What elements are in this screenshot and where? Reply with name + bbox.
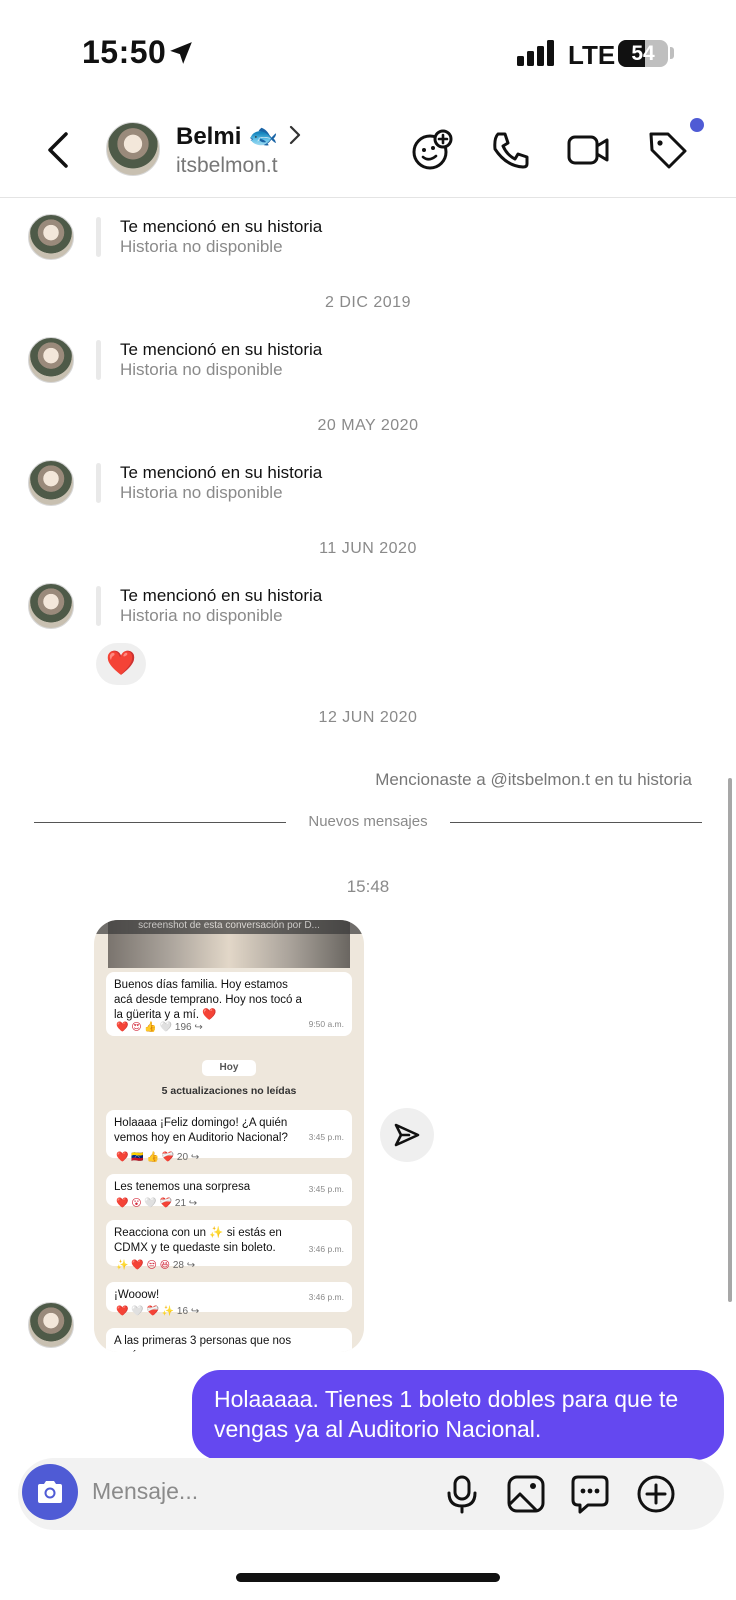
sticker-icon[interactable] xyxy=(570,1474,610,1514)
screenshot-message: A las primeras 3 personas que nos envíen xyxy=(106,1328,352,1352)
screenshot-reactions: ❤️ 😍 👍 🤍 196 ↪ xyxy=(116,1022,203,1033)
message-input[interactable]: Mensaje... xyxy=(92,1478,198,1505)
gallery-icon[interactable] xyxy=(506,1474,546,1514)
screenshot-message-time: 3:46 p.m. xyxy=(308,1244,344,1254)
contact-handle: itsbelmon.t xyxy=(176,154,278,177)
mention-title: Te mencionó en su historia xyxy=(120,217,323,236)
message-composer: Mensaje... xyxy=(18,1458,724,1530)
reaction-count: 28 xyxy=(172,1260,184,1271)
mention-title: Te mencionó en su historia xyxy=(120,340,323,359)
sender-avatar[interactable] xyxy=(28,214,74,260)
mention-title: Te mencionó en su historia xyxy=(120,463,323,482)
screenshot-reactions: ❤️ 🇻🇪 👍 ❤️‍🩹 20 ↪ xyxy=(116,1152,200,1163)
screenshot-message-time: 3:45 p.m. xyxy=(308,1132,344,1142)
camera-icon xyxy=(38,1481,62,1503)
shared-screenshot-image[interactable]: screenshot de esta conversación por D...… xyxy=(94,920,364,1352)
mention-subtitle: Historia no disponible xyxy=(120,237,283,256)
back-chevron-icon[interactable] xyxy=(42,130,76,170)
home-indicator[interactable] xyxy=(236,1573,500,1582)
reaction-emojis: ❤️ 😮 🤍 ❤️‍🩹 xyxy=(116,1198,173,1209)
screenshot-reactions: ✨ ❤️ 😒 😆 28 ↪ xyxy=(116,1260,196,1271)
reaction-emojis: ❤️ 🇻🇪 👍 ❤️‍🩹 xyxy=(116,1152,175,1163)
plus-icon[interactable] xyxy=(636,1474,676,1514)
reaction-emojis: ✨ ❤️ 😒 😆 xyxy=(116,1260,171,1271)
mention-subtitle: Historia no disponible xyxy=(120,606,283,625)
date-separator: 11 JUN 2020 xyxy=(319,540,417,557)
reaction-count: 16 xyxy=(176,1306,189,1317)
camera-button[interactable] xyxy=(22,1464,78,1520)
sender-avatar[interactable] xyxy=(28,460,74,506)
chevron-right-icon[interactable] xyxy=(288,125,302,145)
scrollbar[interactable] xyxy=(728,778,732,1302)
effects-icon[interactable] xyxy=(410,128,454,172)
screenshot-reactions: ❤️ 😮 🤍 ❤️‍🩹 21 ↪ xyxy=(116,1198,198,1209)
story-mention[interactable]: Te mencionó en su historia Historia no d… xyxy=(96,586,322,626)
screenshot-message-time: 9:50 a.m. xyxy=(308,1019,344,1029)
network-type: LTE xyxy=(568,40,616,70)
reaction-emojis: ❤️ 😍 👍 🤍 xyxy=(116,1022,173,1033)
screenshot-caption: screenshot de esta conversación por D... xyxy=(94,920,364,934)
date-separator: 20 MAY 2020 xyxy=(317,417,419,434)
send-arrow-icon xyxy=(394,1123,420,1147)
phone-icon[interactable] xyxy=(489,128,533,172)
today-pill: Hoy xyxy=(202,1060,256,1076)
mention-title: Te mencionó en su historia xyxy=(120,586,323,605)
mention-subtitle: Historia no disponible xyxy=(120,360,283,379)
screenshot-message-time: 3:46 p.m. xyxy=(308,1292,344,1302)
story-mention[interactable]: Te mencionó en su historia Historia no d… xyxy=(96,340,322,380)
screenshot-message: Holaaaa ¡Feliz domingo! ¿A quién vemos h… xyxy=(106,1110,352,1158)
reaction-count: 20 xyxy=(176,1152,189,1163)
battery-tip xyxy=(670,47,674,59)
reaction-count: 21 xyxy=(174,1198,187,1209)
tag-icon[interactable] xyxy=(646,128,690,172)
status-bar: 15:50 LTE 54 xyxy=(0,0,736,100)
sender-avatar[interactable] xyxy=(28,1302,74,1348)
sender-avatar[interactable] xyxy=(28,337,74,383)
time-separator: 15:48 xyxy=(346,877,390,896)
screenshot-message-time: 3:45 p.m. xyxy=(308,1184,344,1194)
microphone-icon[interactable] xyxy=(442,1474,482,1514)
story-mention[interactable]: Te mencionó en su historia Historia no d… xyxy=(96,217,322,257)
reaction-emojis: ❤️ 🤍 ❤️‍🩹 ✨ xyxy=(116,1306,175,1317)
date-separator: 12 JUN 2020 xyxy=(318,709,418,726)
video-icon[interactable] xyxy=(566,128,610,172)
status-time: 15:50 xyxy=(82,34,167,70)
notification-dot xyxy=(690,118,704,132)
heart-reaction[interactable]: ❤️ xyxy=(96,643,146,685)
signal-icon xyxy=(517,40,554,66)
screenshot-message-text: A las primeras 3 personas que nos envíen xyxy=(114,1335,292,1352)
date-separator: 2 DIC 2019 xyxy=(325,294,411,311)
reaction-count: 196 xyxy=(174,1022,192,1033)
outgoing-message[interactable]: Holaaaaa. Tienes 1 boleto dobles para qu… xyxy=(192,1370,724,1460)
screenshot-reactions: ❤️ 🤍 ❤️‍🩹 ✨ 16 ↪ xyxy=(116,1306,200,1317)
location-arrow-icon xyxy=(170,42,192,64)
contact-avatar[interactable] xyxy=(106,122,160,176)
divider xyxy=(450,822,702,823)
chat-header: Belmi 🐟 itsbelmon.t xyxy=(0,100,736,198)
mention-subtitle: Historia no disponible xyxy=(120,483,283,502)
sender-avatar[interactable] xyxy=(28,583,74,629)
story-mention[interactable]: Te mencionó en su historia Historia no d… xyxy=(96,463,322,503)
sent-story-mention[interactable]: Mencionaste a @itsbelmon.t en tu histori… xyxy=(375,770,692,790)
unread-updates: 5 actualizaciones no leídas xyxy=(161,1085,297,1097)
battery-icon: 54 xyxy=(618,40,668,67)
battery-level: 54 xyxy=(631,42,655,65)
contact-name[interactable]: Belmi 🐟 xyxy=(176,122,278,151)
share-button[interactable] xyxy=(380,1108,434,1162)
